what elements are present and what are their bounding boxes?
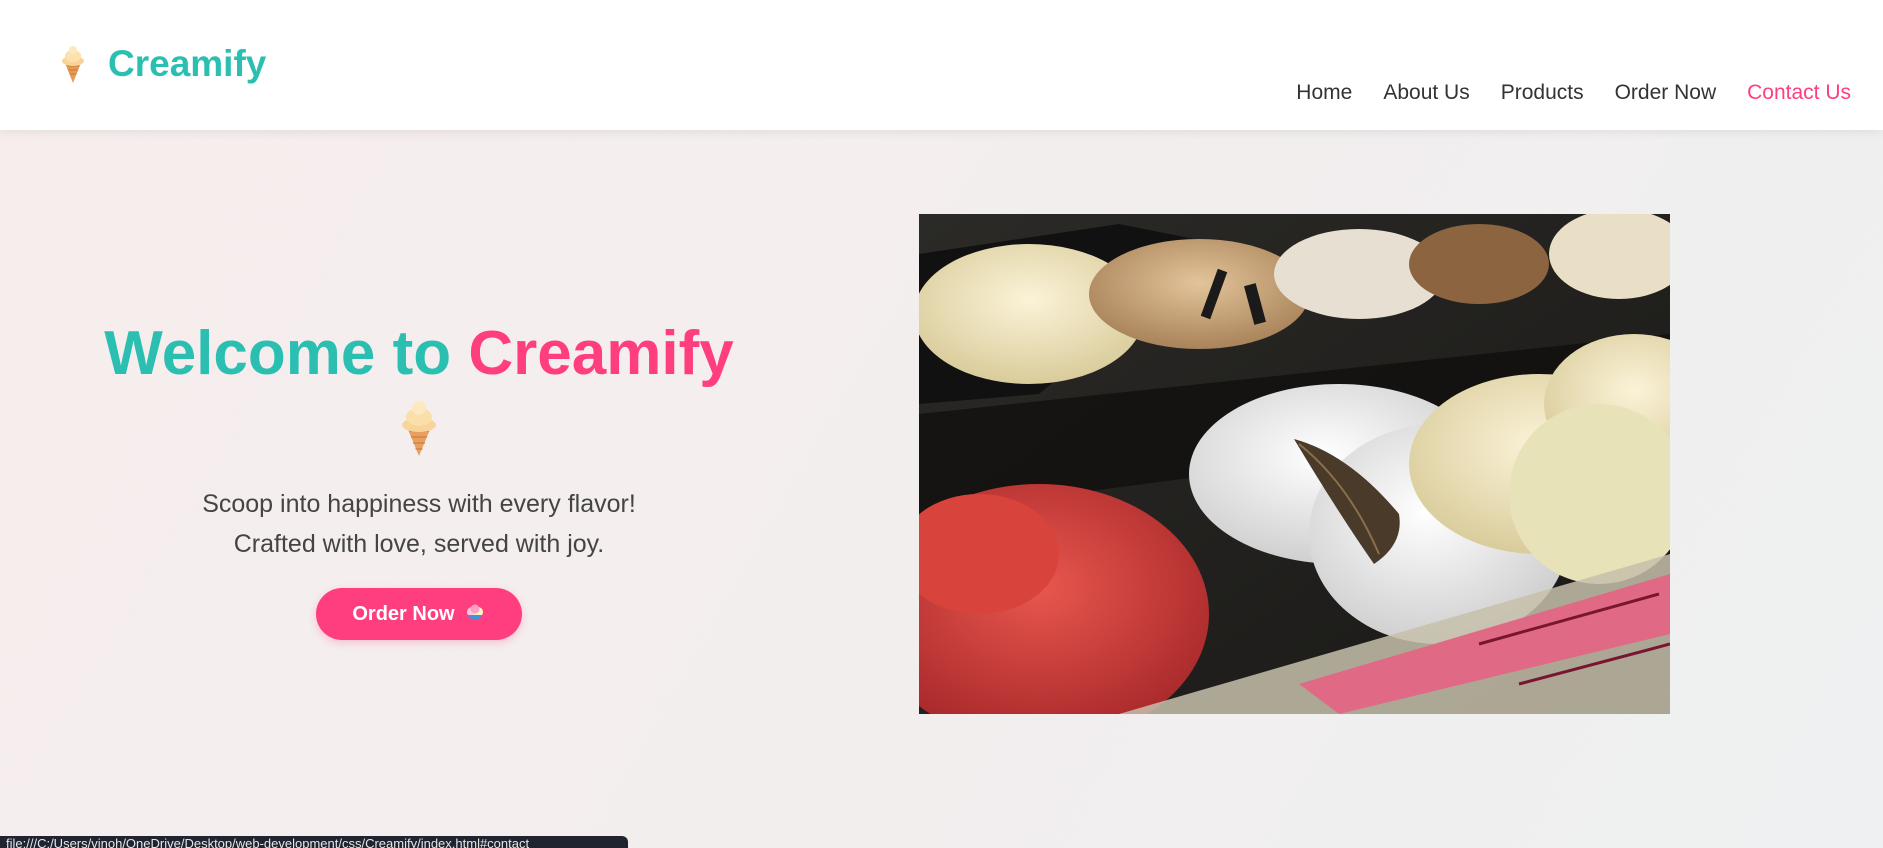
status-bar-url: file:///C:/Users/vinoh/OneDrive/Desktop/… — [0, 836, 628, 848]
ice-cream-bowl-icon — [466, 604, 483, 620]
brand-name: Creamify — [108, 43, 267, 84]
site-header: Creamify Home About Us Products Order No… — [0, 0, 1883, 130]
hero-subtitle-line1: Scoop into happiness with every flavor! — [202, 490, 636, 518]
nav-about-us[interactable]: About Us — [1383, 80, 1469, 106]
hero-subtitle: Scoop into happiness with every flavor! … — [100, 484, 738, 564]
hero-section: Welcome to Creamify Scoop into happiness… — [100, 318, 738, 640]
ice-cream-icon — [402, 401, 436, 456]
gelato-display-photo — [919, 214, 1670, 714]
order-now-button[interactable]: Order Now — [316, 588, 522, 640]
order-now-label: Order Now — [352, 602, 455, 625]
nav-products[interactable]: Products — [1501, 80, 1584, 106]
hero-subtitle-line2: Crafted with love, served with joy. — [233, 530, 605, 558]
ice-cream-icon — [62, 46, 84, 83]
brand-logo[interactable]: Creamify — [58, 44, 266, 84]
nav-contact-us[interactable]: Contact Us — [1747, 80, 1851, 106]
main-nav: Home About Us Products Order Now Contact… — [1265, 80, 1851, 106]
hero-title-welcome: Welcome to — [104, 319, 452, 388]
hero-title: Welcome to Creamify — [100, 318, 738, 390]
hero-title-brand: Creamify — [468, 319, 734, 388]
nav-order-now[interactable]: Order Now — [1615, 80, 1717, 106]
hero-image — [919, 214, 1670, 714]
nav-home[interactable]: Home — [1296, 80, 1352, 106]
